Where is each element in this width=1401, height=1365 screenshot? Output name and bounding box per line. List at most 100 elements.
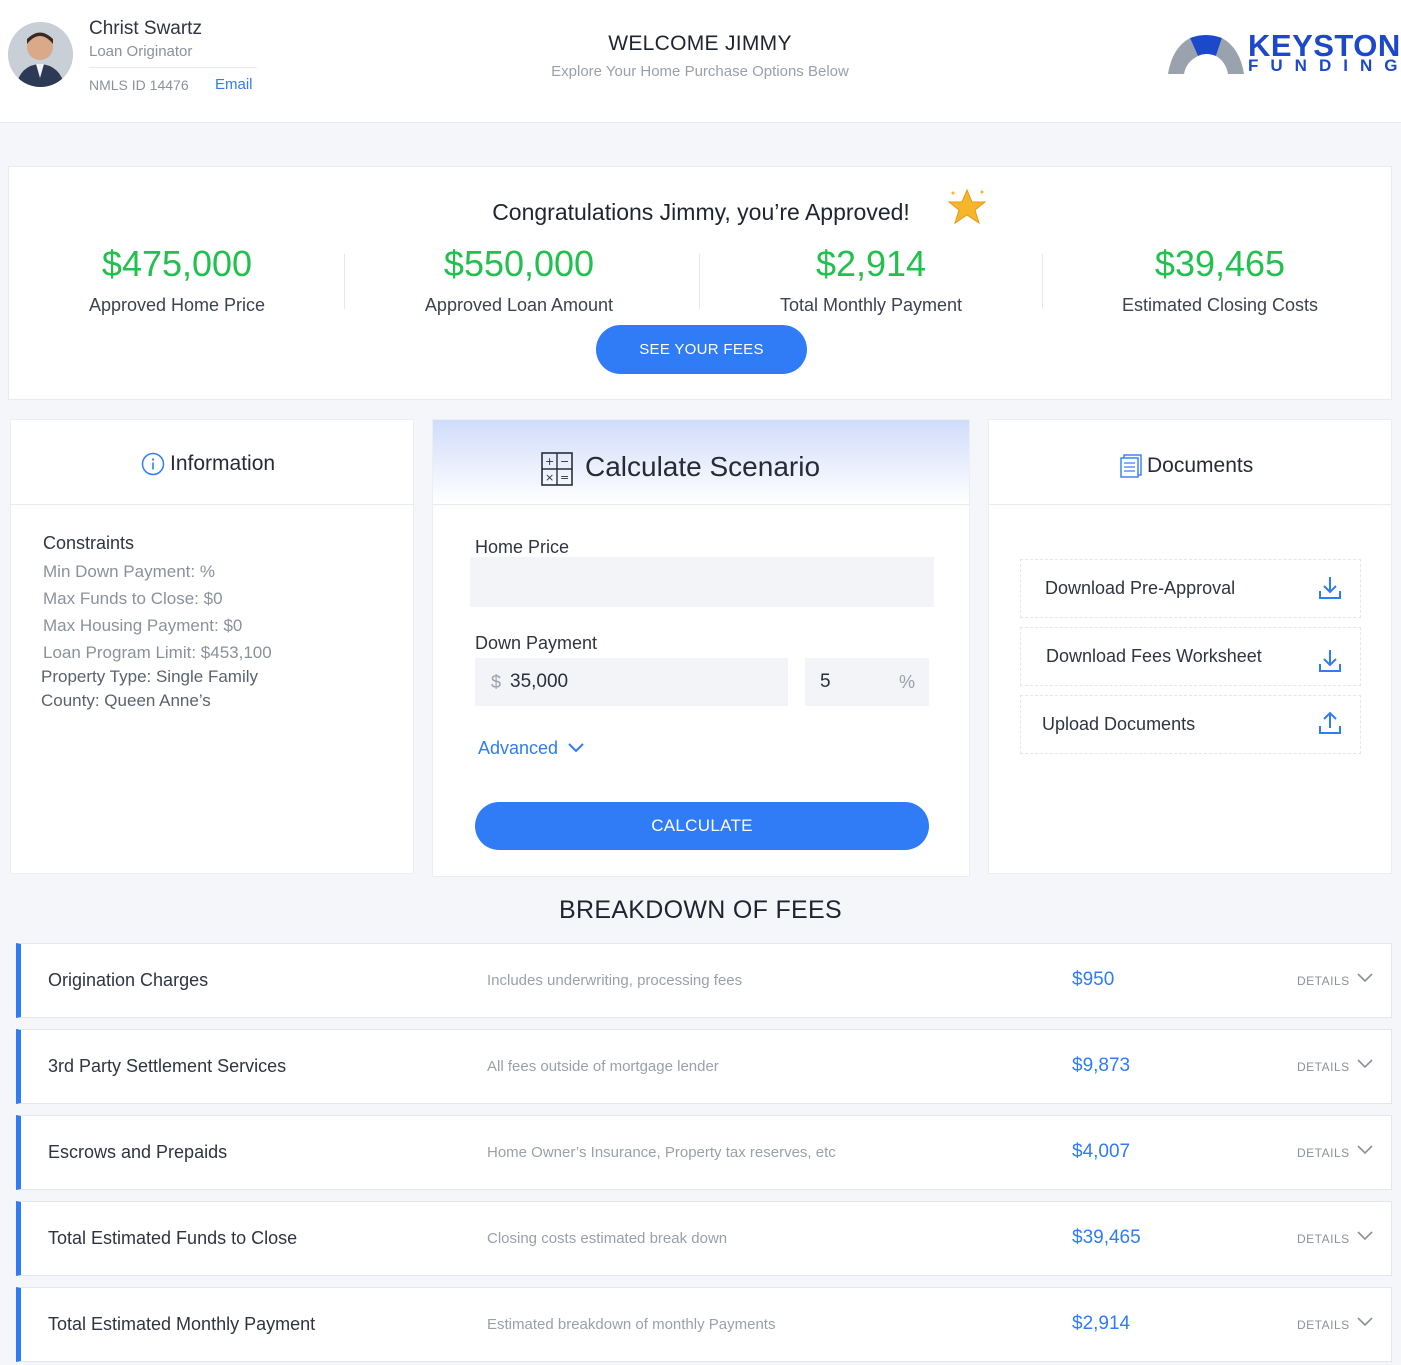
documents-panel: Documents Download Pre-Approval Download… xyxy=(988,419,1392,874)
down-payment-input[interactable] xyxy=(475,658,788,706)
fee-description: Includes underwriting, processing fees xyxy=(487,972,743,989)
brand-logo: KEYSTONE FUNDING xyxy=(1166,28,1401,78)
doc-label: Download Fees Worksheet xyxy=(1046,646,1262,666)
stat-value: $475,000 xyxy=(101,243,253,284)
fee-description: Closing costs estimated break down xyxy=(487,1230,728,1247)
constraints-title: Constraints xyxy=(43,533,135,553)
details-toggle[interactable]: DETAILS xyxy=(1297,1146,1350,1160)
avatar xyxy=(8,22,73,87)
document-icon xyxy=(1120,454,1142,478)
documents-header: Documents xyxy=(989,420,1391,505)
fee-description: Estimated breakdown of monthly Payments xyxy=(487,1316,776,1333)
chevron-down-icon xyxy=(568,743,584,753)
advanced-label: Advanced xyxy=(478,738,559,758)
breakdown-title: BREAKDOWN OF FEES xyxy=(559,896,842,924)
fee-row-third-party[interactable]: 3rd Party Settlement Services All fees o… xyxy=(16,1029,1392,1104)
calculate-button[interactable]: CALCULATE xyxy=(475,802,929,850)
stat-closing-costs: $39,465 Estimated Closing Costs xyxy=(1085,243,1355,316)
divider xyxy=(1042,254,1043,309)
star-icon xyxy=(947,188,987,225)
fee-row-monthly-payment[interactable]: Total Estimated Monthly Payment Estimate… xyxy=(16,1287,1392,1362)
details-toggle[interactable]: DETAILS xyxy=(1297,1232,1350,1246)
stat-value: $2,914 xyxy=(815,243,927,284)
fee-name: Origination Charges xyxy=(48,970,209,990)
chevron-down-icon[interactable] xyxy=(1357,1145,1373,1155)
information-title: Information xyxy=(170,452,276,475)
fee-name: 3rd Party Settlement Services xyxy=(48,1056,287,1076)
chevron-down-icon[interactable] xyxy=(1357,1317,1373,1327)
calculator-icon: + − × = xyxy=(541,452,573,486)
chevron-down-icon[interactable] xyxy=(1357,1231,1373,1241)
stat-label: Approved Loan Amount xyxy=(424,295,614,315)
upload-icon xyxy=(1319,711,1341,734)
fee-amount: $9,873 xyxy=(1072,1055,1131,1076)
fee-description: All fees outside of mortgage lender xyxy=(487,1058,719,1075)
fee-description: Home Owner’s Insurance, Property tax res… xyxy=(487,1144,836,1161)
stat-label: Approved Home Price xyxy=(88,295,266,315)
advanced-toggle[interactable]: Advanced xyxy=(478,738,584,759)
constraint-item: Min Down Payment: % xyxy=(43,562,215,581)
fee-amount: $950 xyxy=(1072,969,1115,990)
information-panel: Information Constraints Min Down Payment… xyxy=(10,419,414,874)
documents-title: Documents xyxy=(1147,454,1254,477)
welcome-subtitle: Explore Your Home Purchase Options Below xyxy=(551,63,849,80)
brand-tagline: FUNDING xyxy=(1248,56,1401,75)
stat-home-price: $475,000 Approved Home Price xyxy=(47,243,307,316)
details-toggle[interactable]: DETAILS xyxy=(1297,1060,1350,1074)
percent-symbol: % xyxy=(899,672,916,692)
currency-symbol: $ xyxy=(491,672,502,692)
doc-label: Upload Documents xyxy=(1042,714,1196,734)
loan-officer-role: Loan Originator xyxy=(89,43,193,60)
divider xyxy=(344,254,345,309)
fee-amount: $2,914 xyxy=(1072,1313,1131,1334)
chevron-down-icon[interactable] xyxy=(1357,1059,1373,1069)
divider xyxy=(89,67,257,68)
constraint-item: County: Queen Anne’s xyxy=(41,691,211,710)
calculate-header: + − × = Calculate Scenario xyxy=(433,420,969,505)
nmls-id: NMLS ID 14476 xyxy=(89,77,189,93)
fee-row-funds-to-close[interactable]: Total Estimated Funds to Close Closing c… xyxy=(16,1201,1392,1276)
download-pre-approval-button[interactable]: Download Pre-Approval xyxy=(1020,559,1361,618)
stat-loan-amount: $550,000 Approved Loan Amount xyxy=(389,243,649,316)
calculate-scenario-panel: + − × = Calculate Scenario Home Price Do… xyxy=(432,419,970,877)
fee-name: Escrows and Prepaids xyxy=(48,1142,228,1162)
information-header: Information xyxy=(11,420,413,505)
top-header: Christ Swartz Loan Originator NMLS ID 14… xyxy=(0,0,1401,123)
see-your-fees-button[interactable]: SEE YOUR FEES xyxy=(596,325,807,374)
svg-text:=: = xyxy=(560,471,569,484)
fee-amount: $4,007 xyxy=(1072,1141,1131,1162)
constraint-item: Loan Program Limit: $453,100 xyxy=(43,643,272,662)
fee-row-escrows[interactable]: Escrows and Prepaids Home Owner’s Insura… xyxy=(16,1115,1392,1190)
details-toggle[interactable]: DETAILS xyxy=(1297,974,1350,988)
loan-officer-name: Christ Swartz xyxy=(89,18,202,39)
download-fees-worksheet-button[interactable]: Download Fees Worksheet xyxy=(1020,627,1361,686)
fee-amount: $39,465 xyxy=(1072,1227,1141,1248)
stat-value: $550,000 xyxy=(443,243,595,284)
down-payment-label: Down Payment xyxy=(475,633,598,653)
email-link[interactable]: Email xyxy=(215,76,253,93)
calculate-title: Calculate Scenario xyxy=(585,451,821,482)
home-price-input[interactable] xyxy=(470,557,934,607)
constraint-item: Max Funds to Close: $0 xyxy=(43,589,223,608)
doc-label: Download Pre-Approval xyxy=(1045,578,1236,598)
fee-name: Total Estimated Funds to Close xyxy=(48,1228,298,1248)
welcome-title: WELCOME JIMMY xyxy=(608,32,792,55)
fee-row-origination[interactable]: Origination Charges Includes underwritin… xyxy=(16,943,1392,1018)
approval-title: Congratulations Jimmy, you’re Approved! xyxy=(492,199,910,225)
stat-label: Estimated Closing Costs xyxy=(1121,295,1319,315)
chevron-down-icon[interactable] xyxy=(1357,973,1373,983)
stat-monthly-payment: $2,914 Total Monthly Payment xyxy=(741,243,1001,316)
upload-documents-button[interactable]: Upload Documents xyxy=(1020,695,1361,754)
details-toggle[interactable]: DETAILS xyxy=(1297,1318,1350,1332)
divider xyxy=(699,254,700,309)
constraint-item: Max Housing Payment: $0 xyxy=(43,616,243,635)
download-icon xyxy=(1319,650,1341,672)
keystone-arch-icon xyxy=(1168,35,1244,74)
info-icon xyxy=(141,452,165,476)
svg-text:+: + xyxy=(545,455,554,468)
svg-text:−: − xyxy=(560,455,569,468)
stat-label: Total Monthly Payment xyxy=(779,295,963,315)
home-price-label: Home Price xyxy=(475,537,570,557)
approval-card: Congratulations Jimmy, you’re Approved! … xyxy=(8,166,1392,400)
download-icon xyxy=(1319,577,1341,599)
